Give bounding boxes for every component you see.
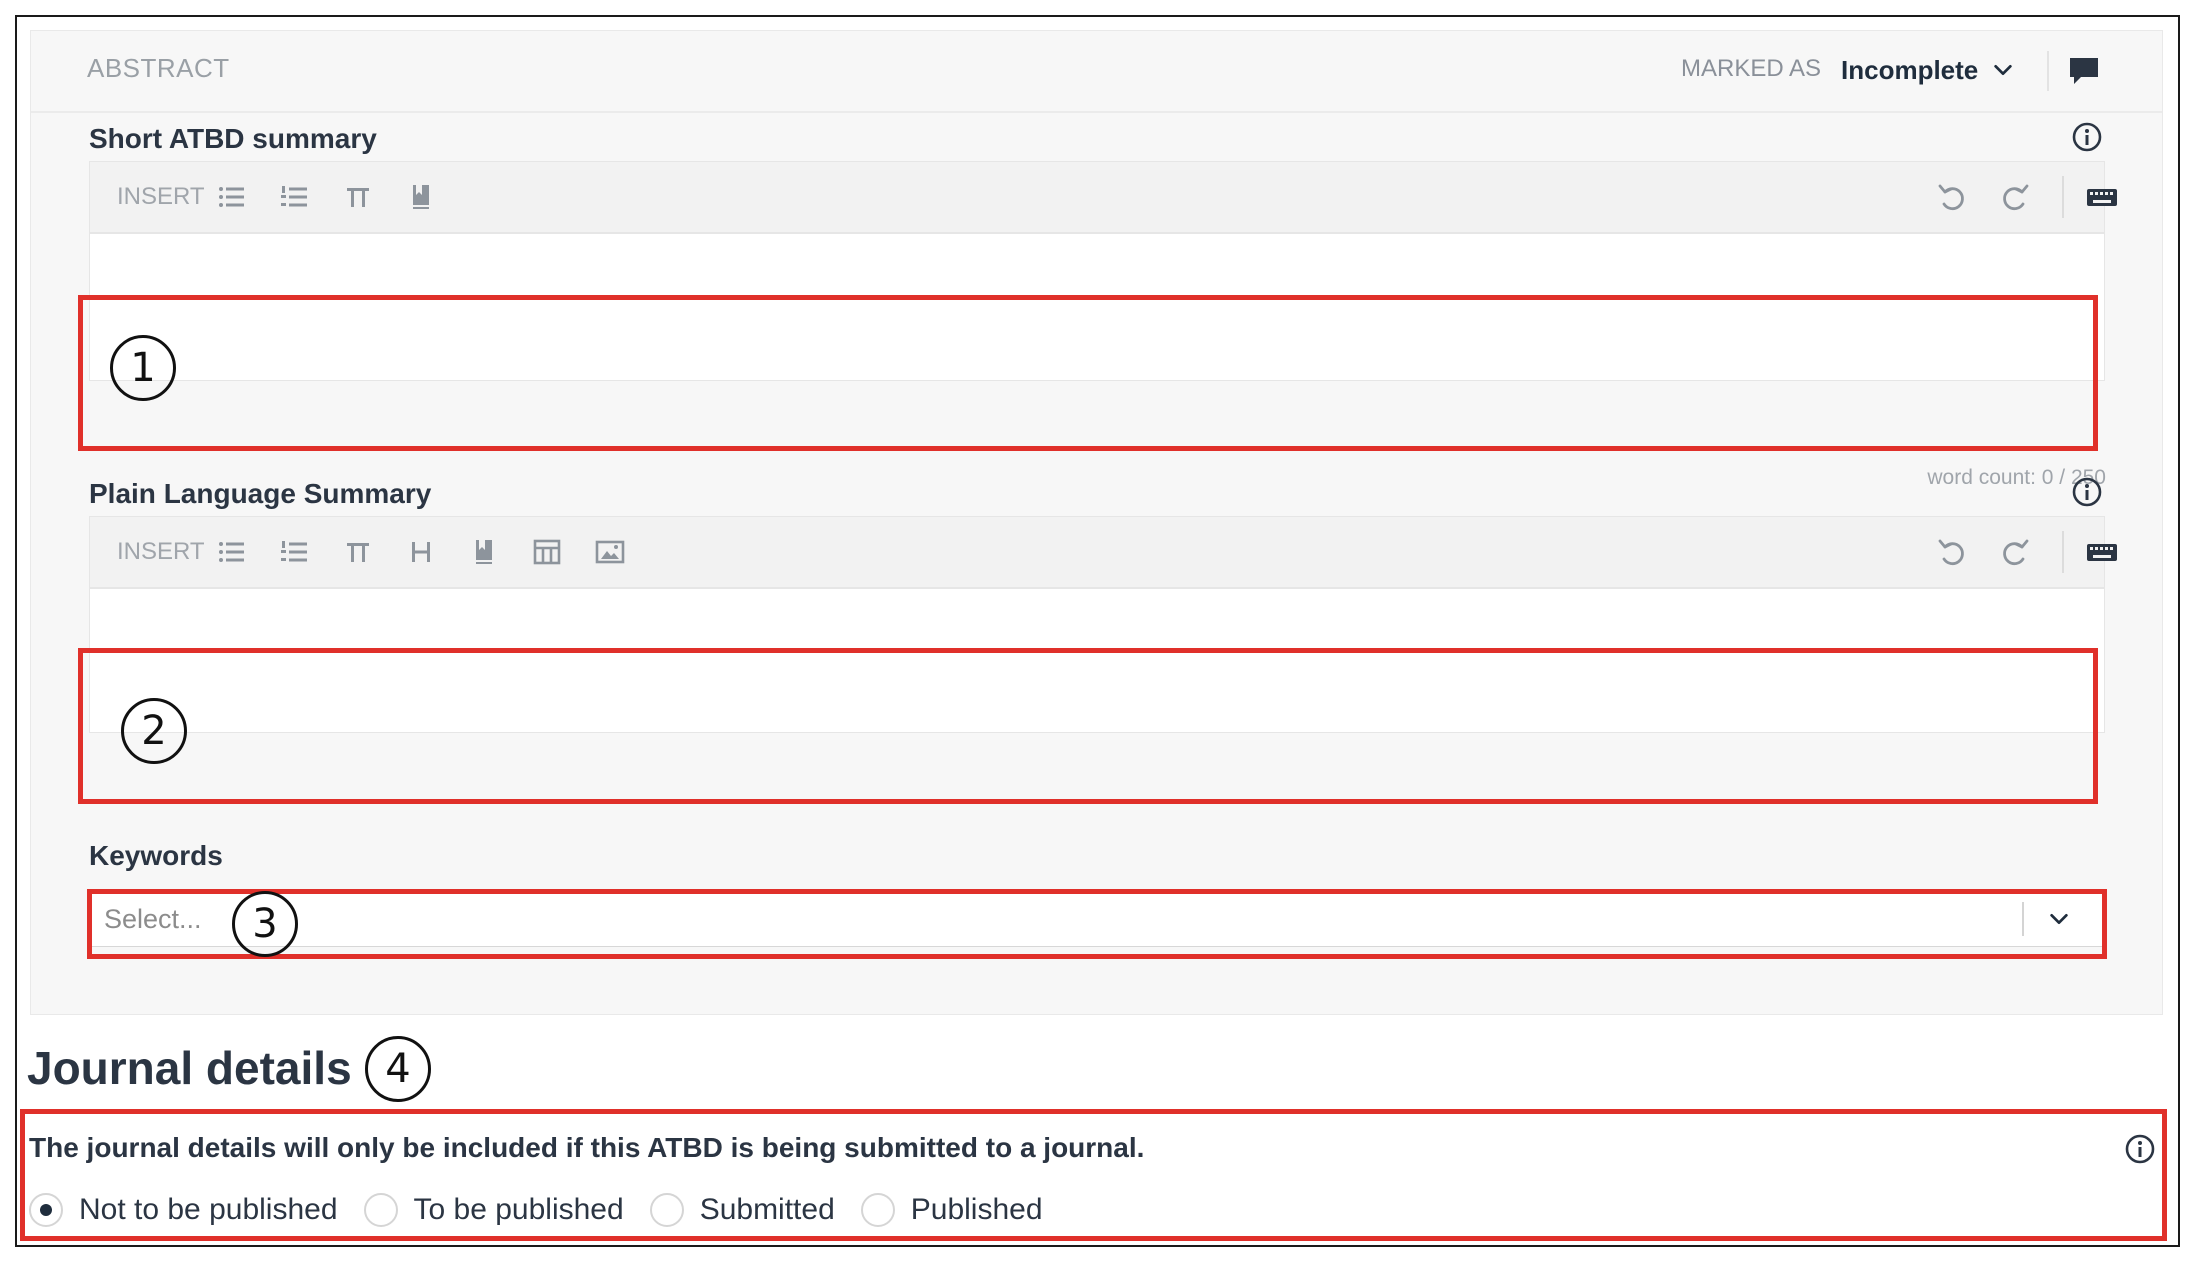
radio-label: To be published: [413, 1193, 624, 1226]
info-icon[interactable]: [2124, 1133, 2156, 1165]
radio-circle: [649, 1193, 684, 1227]
bookmark-icon[interactable]: [467, 535, 501, 569]
callout-2: 2: [121, 698, 187, 764]
bullet-list-icon[interactable]: [215, 535, 249, 569]
keyboard-icon[interactable]: [2084, 535, 2120, 569]
redo-icon[interactable]: [1998, 535, 2032, 569]
info-icon[interactable]: [2071, 121, 2103, 153]
radio-label: Submitted: [699, 1193, 835, 1226]
numbered-list-icon[interactable]: [278, 180, 312, 214]
pi-icon[interactable]: [341, 535, 375, 569]
keywords-placeholder: Select...: [104, 904, 202, 934]
select-divider: [2022, 902, 2024, 936]
section-label: ABSTRACT: [87, 53, 230, 83]
toolbar-divider: [2062, 176, 2064, 218]
undo-icon[interactable]: [1935, 535, 1969, 569]
short-summary-label: Short ATBD summary: [89, 123, 377, 154]
status-value: Incomplete: [1841, 54, 1979, 85]
undo-icon[interactable]: [1935, 180, 1969, 214]
plain-summary-toolbar: INSERT: [89, 516, 2117, 588]
header-divider: [2047, 51, 2049, 91]
pi-icon[interactable]: [341, 180, 375, 214]
radio-label: Published: [910, 1193, 1043, 1226]
info-icon[interactable]: [2071, 476, 2103, 508]
chevron-down-icon[interactable]: [2048, 908, 2070, 930]
keywords-select[interactable]: Select...: [89, 891, 2105, 947]
short-summary-toolbar: INSERT: [89, 161, 2117, 233]
radio-circle: [29, 1193, 63, 1227]
table-icon[interactable]: [530, 535, 564, 569]
abstract-card: ABSTRACT MARKED AS Incomplete Short ATBD…: [30, 30, 2163, 1015]
radio-circle: [860, 1193, 895, 1227]
insert-label: INSERT: [117, 183, 205, 210]
radio-not-to-be-published[interactable]: Not to be published: [29, 1193, 338, 1227]
numbered-list-icon[interactable]: [278, 535, 312, 569]
radio-submitted[interactable]: Submitted: [649, 1193, 835, 1227]
status-dropdown[interactable]: Incomplete: [1841, 50, 2014, 90]
abstract-header: ABSTRACT MARKED AS Incomplete: [31, 31, 2162, 113]
callout-4: 4: [365, 1036, 431, 1102]
keyboard-icon[interactable]: [2084, 180, 2120, 214]
toolbar-divider: [2062, 531, 2064, 573]
plain-summary-label: Plain Language Summary: [89, 478, 432, 509]
radio-label: Not to be published: [79, 1193, 338, 1226]
bullet-list-icon[interactable]: [215, 180, 249, 214]
plain-summary-editor[interactable]: [89, 588, 2105, 733]
keywords-label: Keywords: [89, 840, 223, 871]
radio-circle: [363, 1193, 398, 1227]
short-summary-editor[interactable]: [89, 233, 2105, 381]
redo-icon[interactable]: [1998, 180, 2032, 214]
insert-label: INSERT: [117, 538, 205, 565]
image-icon[interactable]: [593, 535, 627, 569]
radio-published[interactable]: Published: [860, 1193, 1043, 1227]
bookmark-icon[interactable]: [404, 180, 438, 214]
chevron-down-icon: [1994, 64, 2012, 76]
heading-icon[interactable]: [404, 535, 438, 569]
publication-status-radios: Not to be published To be published Subm…: [29, 1193, 1069, 1227]
radio-to-be-published[interactable]: To be published: [363, 1193, 624, 1227]
journal-note: The journal details will only be include…: [29, 1132, 1145, 1163]
marked-as-label: MARKED AS: [1681, 55, 1822, 82]
callout-3: 3: [232, 891, 298, 957]
comment-icon[interactable]: [2067, 55, 2101, 87]
callout-1: 1: [110, 335, 176, 401]
journal-title: Journal details: [27, 1042, 352, 1094]
